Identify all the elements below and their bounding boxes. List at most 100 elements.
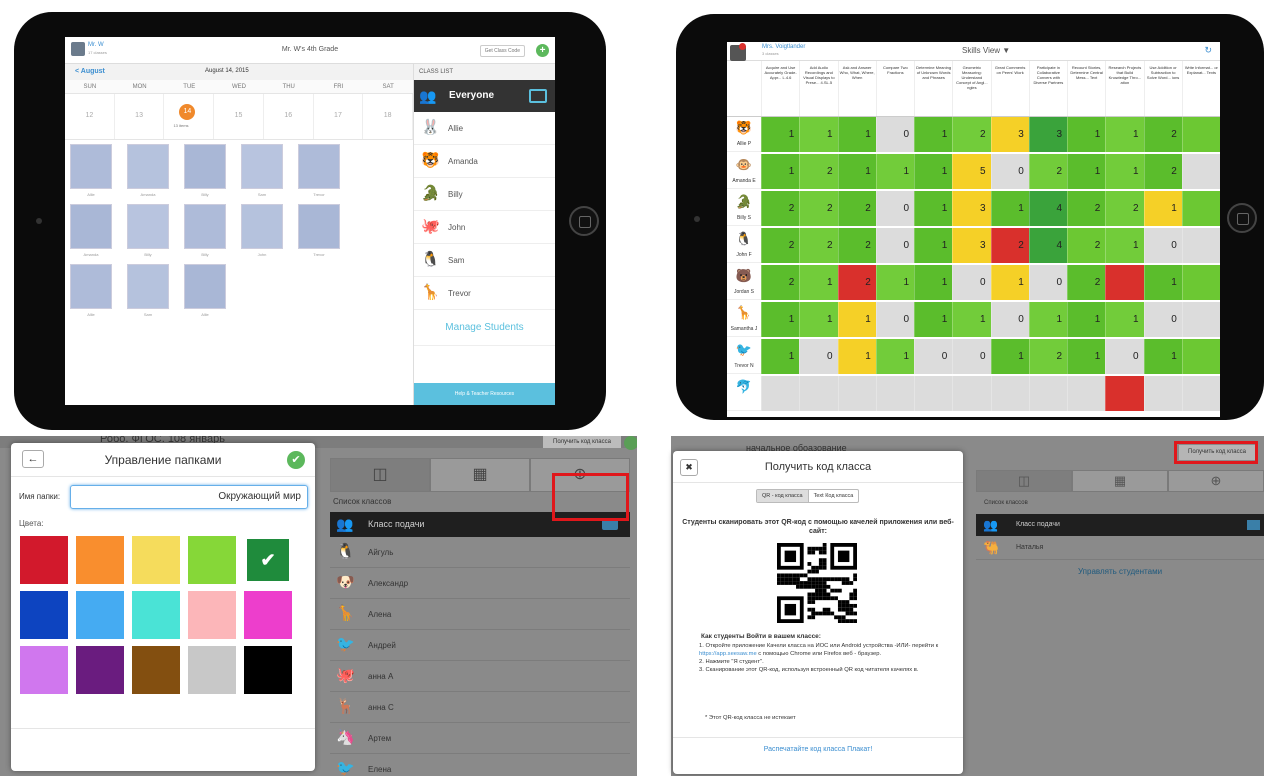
color-swatch[interactable] bbox=[132, 646, 180, 694]
skill-cell[interactable]: 1 bbox=[1143, 265, 1182, 300]
color-swatch[interactable] bbox=[76, 536, 124, 584]
skill-cell[interactable]: 2 bbox=[1105, 191, 1144, 226]
skill-column-header[interactable]: Acquire and Use Accurately Grade-Appr...… bbox=[761, 61, 799, 116]
skill-column-header[interactable]: Recount Stories, Determine Central Mess.… bbox=[1067, 61, 1105, 116]
everyone-item[interactable]: 👥 Класс подачи bbox=[976, 514, 1264, 536]
color-swatch[interactable] bbox=[188, 591, 236, 639]
date-cell[interactable]: 15 bbox=[214, 94, 264, 139]
skill-column-header[interactable]: Compare Two Fractions bbox=[875, 61, 914, 116]
post-thumbnail[interactable]: Amanda bbox=[70, 204, 112, 257]
skill-cell[interactable] bbox=[1067, 376, 1106, 411]
post-thumbnail[interactable]: Trevor bbox=[298, 144, 340, 197]
skill-cell[interactable] bbox=[875, 376, 914, 411]
calendar-tab-icon[interactable]: ▦ bbox=[430, 458, 530, 492]
skill-cell[interactable]: 1 bbox=[837, 339, 876, 374]
skill-cell[interactable]: 0 bbox=[799, 339, 838, 374]
student-item[interactable]: 🐙 анна А bbox=[330, 661, 630, 692]
student-item[interactable]: 🐧 Айгуль bbox=[330, 537, 630, 568]
skill-cell[interactable]: 2 bbox=[837, 265, 876, 300]
skill-cell[interactable]: 1 bbox=[990, 265, 1029, 300]
skill-column-header[interactable]: Participate in Collaborative Convers wit… bbox=[1028, 61, 1067, 116]
skill-cell[interactable]: 3 bbox=[1028, 117, 1067, 152]
add-button[interactable]: + bbox=[536, 44, 549, 57]
skill-cell[interactable]: 1 bbox=[1105, 302, 1144, 337]
student-item[interactable]: 🦌 анна С bbox=[330, 692, 630, 723]
skill-cell[interactable]: 1 bbox=[1067, 117, 1106, 152]
folder-icon[interactable] bbox=[529, 89, 547, 103]
skill-cell[interactable] bbox=[1105, 376, 1144, 411]
skill-cell[interactable]: 1 bbox=[914, 154, 953, 189]
skill-cell[interactable] bbox=[914, 376, 953, 411]
skill-cell[interactable]: 2 bbox=[799, 228, 838, 263]
skill-cell[interactable]: 1 bbox=[837, 117, 876, 152]
skill-cell[interactable]: 1 bbox=[914, 228, 953, 263]
color-swatch[interactable] bbox=[20, 591, 68, 639]
skill-cell[interactable]: 2 bbox=[761, 228, 800, 263]
skill-cell[interactable] bbox=[761, 376, 800, 411]
skill-cell[interactable]: 2 bbox=[837, 191, 876, 226]
skill-cell[interactable]: 2 bbox=[837, 228, 876, 263]
skill-cell[interactable]: 2 bbox=[1067, 265, 1106, 300]
skill-cell[interactable]: 0 bbox=[1028, 265, 1067, 300]
student-item[interactable]: 🦒 Алена bbox=[330, 599, 630, 630]
post-thumbnail[interactable]: Sam bbox=[127, 264, 169, 317]
skill-cell[interactable] bbox=[952, 376, 991, 411]
post-thumbnail[interactable]: Trevor bbox=[298, 204, 340, 257]
skill-cell[interactable] bbox=[799, 376, 838, 411]
skill-cell[interactable]: 1 bbox=[761, 117, 800, 152]
skill-cell[interactable]: 1 bbox=[875, 265, 914, 300]
skill-cell[interactable] bbox=[1181, 339, 1220, 374]
add-button[interactable] bbox=[624, 436, 637, 450]
color-swatch[interactable] bbox=[20, 536, 68, 584]
skill-cell[interactable]: 1 bbox=[875, 339, 914, 374]
skill-cell[interactable]: 0 bbox=[875, 228, 914, 263]
skill-cell[interactable]: 0 bbox=[1143, 302, 1182, 337]
skill-cell[interactable]: 1 bbox=[1105, 117, 1144, 152]
tab-qr-code[interactable]: QR - код класса bbox=[757, 490, 809, 502]
color-swatch[interactable] bbox=[76, 646, 124, 694]
skill-cell[interactable]: 1 bbox=[837, 154, 876, 189]
post-thumbnail[interactable]: Billy bbox=[127, 204, 169, 257]
skill-cell[interactable] bbox=[1181, 302, 1220, 337]
help-resources-button[interactable]: Help & Teacher Resources bbox=[414, 383, 555, 405]
post-thumbnail[interactable]: Billy bbox=[184, 204, 226, 257]
tab-text-code[interactable]: Text Код класса bbox=[809, 490, 859, 502]
color-swatch[interactable] bbox=[188, 536, 236, 584]
everyone-item[interactable]: 👥 Everyone bbox=[414, 80, 555, 112]
skill-cell[interactable]: 0 bbox=[1143, 228, 1182, 263]
color-swatch[interactable] bbox=[132, 591, 180, 639]
skill-cell[interactable]: 0 bbox=[914, 339, 953, 374]
skills-view-dropdown[interactable]: Skills View ▼ bbox=[962, 46, 1010, 55]
date-cell[interactable]: 13 bbox=[115, 94, 165, 139]
student-cell[interactable]: 🐵 Amanda E bbox=[727, 154, 761, 189]
skill-cell[interactable]: 1 bbox=[799, 302, 838, 337]
color-swatch[interactable] bbox=[244, 591, 292, 639]
skill-cell[interactable] bbox=[1181, 117, 1220, 152]
journal-tab-icon[interactable]: ◫ bbox=[330, 458, 430, 492]
journal-tab-icon[interactable]: ◫ bbox=[976, 470, 1072, 492]
skill-cell[interactable]: 1 bbox=[914, 191, 953, 226]
color-swatch[interactable] bbox=[132, 536, 180, 584]
skill-cell[interactable]: 2 bbox=[1143, 117, 1182, 152]
skill-cell[interactable]: 1 bbox=[761, 154, 800, 189]
get-class-code-button[interactable]: Получить код класса bbox=[543, 436, 621, 448]
skill-cell[interactable]: 2 bbox=[799, 154, 838, 189]
skill-column-header[interactable]: Write Informat... or Explanat... Texts bbox=[1181, 61, 1220, 116]
globe-tab-icon[interactable]: ⊕ bbox=[1168, 470, 1264, 492]
skill-cell[interactable] bbox=[1181, 228, 1220, 263]
date-cell[interactable]: 18 bbox=[363, 94, 414, 139]
skill-cell[interactable]: 2 bbox=[952, 117, 991, 152]
folder-icon[interactable] bbox=[1247, 520, 1260, 530]
skill-column-header[interactable]: Ask and Answer Who, What, Where, When bbox=[837, 61, 876, 116]
skill-cell[interactable] bbox=[1105, 265, 1144, 300]
student-item[interactable]: 🐦 Елена bbox=[330, 754, 630, 776]
skill-cell[interactable] bbox=[1028, 376, 1067, 411]
post-thumbnail[interactable]: Sam bbox=[241, 144, 283, 197]
skill-cell[interactable]: 1 bbox=[914, 265, 953, 300]
student-item[interactable]: 🦒 Trevor bbox=[414, 277, 555, 310]
post-thumbnail[interactable]: Amanda bbox=[127, 144, 169, 197]
skill-cell[interactable]: 2 bbox=[799, 191, 838, 226]
student-item[interactable]: 🐧 Sam bbox=[414, 244, 555, 277]
skill-cell[interactable]: 2 bbox=[1143, 154, 1182, 189]
student-cell[interactable]: 🦒 Samantha J bbox=[727, 302, 761, 337]
